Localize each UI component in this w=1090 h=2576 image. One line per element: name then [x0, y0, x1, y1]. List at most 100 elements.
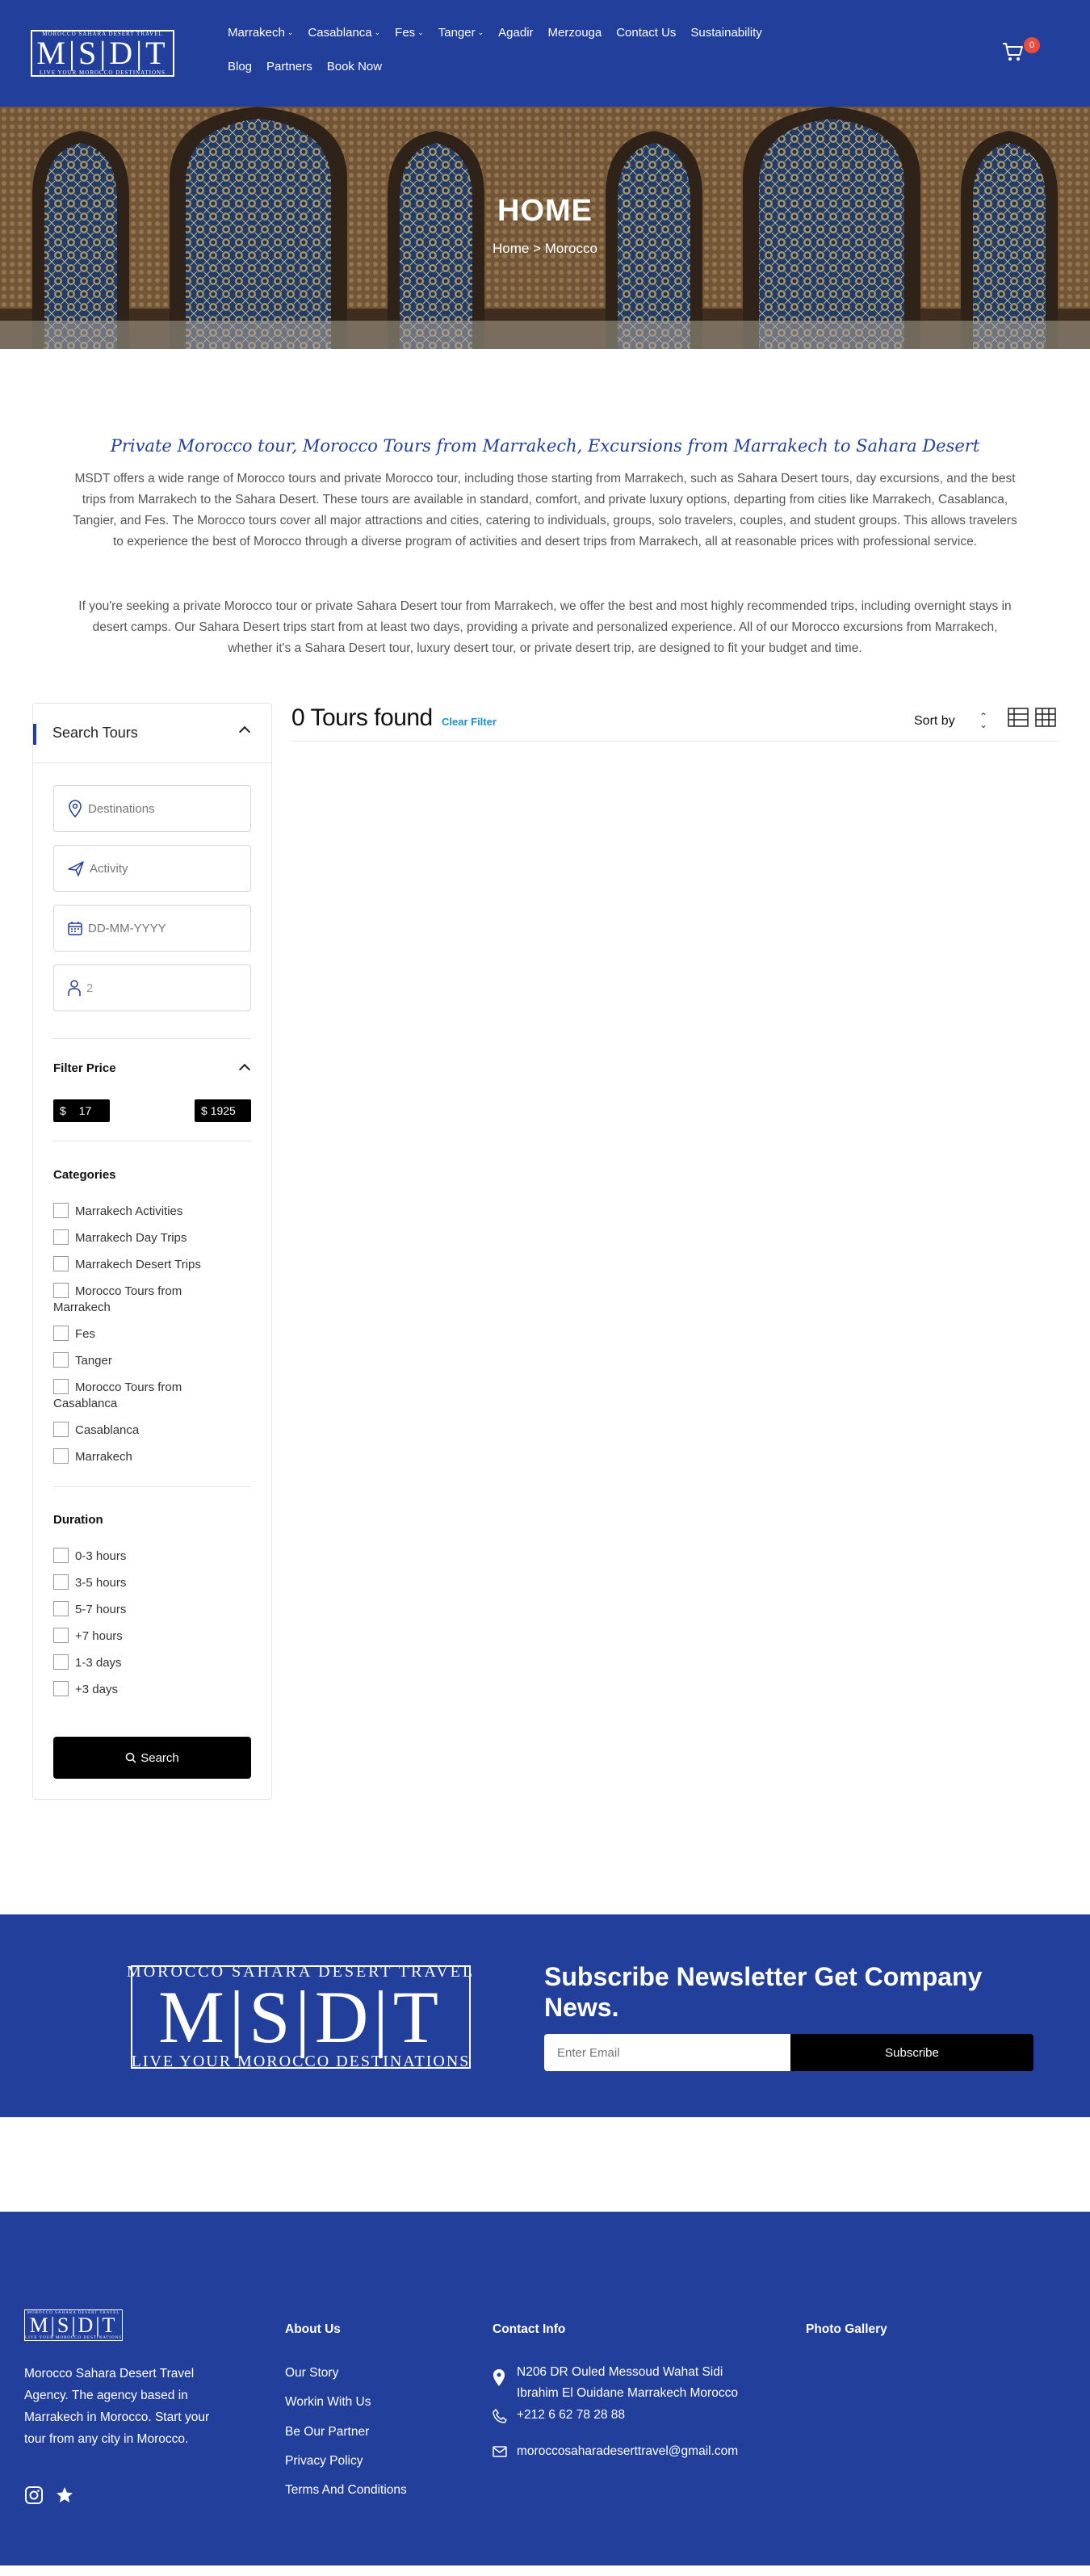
hero-title: HOME [497, 194, 593, 228]
list-view-icon[interactable] [1008, 708, 1029, 727]
section-spacer [0, 2117, 1090, 2212]
nav-item-contact-us[interactable]: Contact Us [616, 26, 676, 40]
nav-item-marrakech[interactable]: Marrakech ⌄ [228, 26, 293, 40]
category-checkbox[interactable]: Fes [53, 1326, 255, 1343]
checkbox[interactable] [53, 1352, 69, 1368]
nav-item-sustainability[interactable]: Sustainability [690, 26, 761, 40]
category-checkbox[interactable]: Marrakech Day Trips [53, 1229, 255, 1246]
instagram-icon[interactable] [24, 2486, 44, 2505]
chevron-up-icon[interactable] [238, 1063, 251, 1076]
guests-input[interactable] [86, 981, 232, 995]
email-icon [493, 2446, 507, 2457]
footer-link-be-our-partner[interactable]: Be Our Partner [285, 2425, 369, 2439]
category-checkbox[interactable]: Tanger [53, 1352, 255, 1369]
nav-item-tanger[interactable]: Tanger ⌄ [438, 26, 484, 40]
search-tours-header[interactable]: Search Tours [33, 704, 271, 763]
duration-checkbox[interactable]: 1-3 days [53, 1654, 255, 1671]
contact-info-title: Contact Info [493, 2322, 566, 2336]
category-checkbox[interactable]: Marrakech [53, 1448, 255, 1465]
nav-item-agadir[interactable]: Agadir [498, 26, 533, 40]
social-links [24, 2486, 74, 2505]
intro-paragraph-1: MSDT offers a wide range of Morocco tour… [73, 472, 1017, 548]
newsletter-email-input[interactable] [544, 2034, 790, 2071]
search-button[interactable]: Search [53, 1737, 251, 1779]
main-nav: Marrakech ⌄ Casablanca ⌄ Fes ⌄ Tanger ⌄ Agad… [228, 26, 777, 94]
price-min-value: 17 [78, 1104, 92, 1117]
footer-logo[interactable]: MOROCCO SAHARA DESERT TRAVEL M|S|D|T LIV… [24, 2309, 123, 2341]
nav-item-merzouga[interactable]: Merzouga [548, 26, 602, 40]
intro-section: Private Morocco tour, Morocco Tours from… [0, 349, 1090, 659]
nav-item-casablanca[interactable]: Casablanca ⌄ [308, 26, 380, 40]
activity-input[interactable] [90, 861, 235, 876]
duration-option-label: 0-3 hours [75, 1549, 127, 1563]
destinations-field[interactable] [53, 785, 251, 832]
nav-item-partners[interactable]: Partners [266, 60, 312, 74]
subscribe-button[interactable]: Subscribe [790, 2034, 1033, 2071]
checkbox[interactable] [53, 1574, 69, 1590]
chevron-down-icon: ⌄ [417, 28, 424, 36]
grid-view-icon[interactable] [1035, 708, 1056, 727]
checkbox[interactable] [53, 1628, 69, 1643]
category-label: Marrakech Activities [75, 1204, 183, 1218]
divider [53, 1038, 251, 1039]
duration-option-label: 5-7 hours [75, 1603, 127, 1616]
search-sidebar: Search Tours Filter Price $ 17 $ 1925 [32, 703, 272, 1800]
date-input[interactable] [88, 921, 233, 935]
duration-option-label: 3-5 hours [75, 1576, 127, 1590]
duration-checkbox[interactable]: +7 hours [53, 1628, 255, 1645]
price-max-box[interactable]: $ 1925 [195, 1099, 251, 1122]
category-checkbox[interactable]: Marrakech Activities [53, 1203, 255, 1220]
checkbox[interactable] [53, 1326, 69, 1341]
currency-symbol: $ [201, 1104, 208, 1117]
chevron-down-icon: ⌄ [477, 28, 484, 36]
phone-number[interactable]: +212 6 62 78 28 88 [517, 2405, 625, 2426]
footer-link-terms[interactable]: Terms And Conditions [285, 2483, 407, 2498]
price-min-box[interactable]: $ 17 [53, 1099, 110, 1122]
guests-field[interactable] [53, 964, 251, 1011]
nav-item-blog[interactable]: Blog [228, 60, 252, 74]
duration-checkbox[interactable]: 5-7 hours [53, 1601, 255, 1618]
checkbox[interactable] [53, 1283, 69, 1298]
checkbox[interactable] [53, 1203, 69, 1218]
category-checkbox[interactable]: Morocco Tours from Marrakech [53, 1283, 215, 1316]
checkbox[interactable] [53, 1548, 69, 1563]
category-checkbox[interactable]: Marrakech Desert Trips [53, 1256, 255, 1273]
activity-field[interactable] [53, 845, 251, 892]
checkbox[interactable] [53, 1379, 69, 1394]
nav-item-book-now[interactable]: Book Now [327, 60, 382, 74]
checkbox[interactable] [53, 1654, 69, 1670]
checkbox[interactable] [53, 1448, 69, 1464]
star-icon[interactable] [55, 2486, 74, 2505]
category-checkbox[interactable]: Morocco Tours from Casablanca [53, 1379, 215, 1412]
newsletter-title: Subscribe Newsletter Get Company News. [544, 1962, 983, 2022]
checkbox[interactable] [53, 1256, 69, 1271]
sort-by-label[interactable]: Sort by [914, 714, 955, 729]
chevron-up-icon[interactable] [238, 725, 251, 738]
logo-main-text: M|S|D|T [158, 1976, 443, 2058]
clear-filter-link[interactable]: Clear Filter [442, 716, 497, 728]
intro-paragraph-2: If you're seeking a private Morocco tour… [78, 599, 1012, 655]
site-logo[interactable]: MOROCCO SAHARA DESERT TRAVEL M|S|D|T LIV… [31, 30, 174, 77]
checkbox[interactable] [53, 1681, 69, 1696]
cart-icon[interactable] [1001, 40, 1025, 63]
footer-link-our-story[interactable]: Our Story [285, 2366, 338, 2381]
category-checkbox[interactable]: Casablanca [53, 1422, 255, 1439]
site-header: MOROCCO SAHARA DESERT TRAVEL M|S|D|T LIV… [0, 0, 1090, 107]
duration-checkbox[interactable]: +3 days [53, 1681, 255, 1698]
duration-checkbox[interactable]: 0-3 hours [53, 1548, 255, 1565]
breadcrumb[interactable]: Home > Morocco [0, 241, 1090, 257]
checkbox[interactable] [53, 1229, 69, 1245]
checkbox[interactable] [53, 1601, 69, 1616]
duration-checkbox[interactable]: 3-5 hours [53, 1574, 255, 1591]
sort-toggle-icon[interactable]: ⌃ ⌄ [979, 712, 987, 729]
email-address[interactable]: moroccosaharadeserttravel@gmail.com [517, 2441, 738, 2462]
user-icon [68, 980, 81, 996]
footer-link-privacy-policy[interactable]: Privacy Policy [285, 2454, 363, 2469]
checkbox[interactable] [53, 1422, 69, 1437]
date-field[interactable] [53, 905, 251, 952]
location-pin-icon [69, 800, 82, 817]
nav-item-fes[interactable]: Fes ⌄ [395, 26, 424, 40]
destinations-input[interactable] [88, 801, 233, 816]
site-footer: MOROCCO SAHARA DESERT TRAVEL M|S|D|T LIV… [0, 2212, 1090, 2565]
footer-link-work-with-us[interactable]: Workin With Us [285, 2395, 371, 2410]
